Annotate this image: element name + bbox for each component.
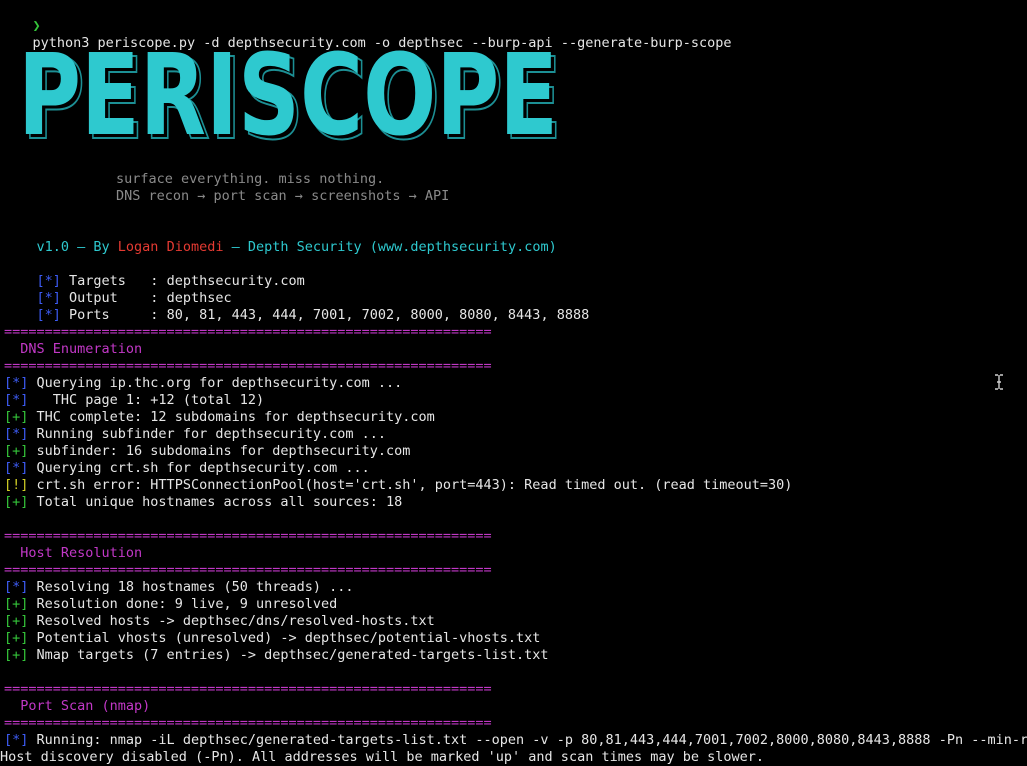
log-line: [+] Resolved hosts -> depthsec/dns/resol… bbox=[4, 613, 435, 630]
log-text: Resolving 18 hostnames (50 threads) ... bbox=[28, 579, 354, 595]
version-line: v1.0 — By Logan Diomedi — Depth Security… bbox=[4, 222, 557, 255]
prompt-arrow-icon: ❯ bbox=[32, 18, 41, 34]
log-line: [*] Running: nmap -iL depthsec/generated… bbox=[4, 732, 1027, 749]
separator: ========================================… bbox=[4, 358, 492, 374]
success-tag: [+] bbox=[4, 409, 29, 425]
author-name: Logan Diomedi bbox=[117, 239, 224, 255]
log-line: [*] Querying ip.thc.org for depthsecurit… bbox=[4, 375, 402, 392]
log-text: subfinder: 16 subdomains for depthsecuri… bbox=[28, 443, 411, 459]
info-tag: [*] bbox=[4, 732, 29, 748]
separator: ========================================… bbox=[4, 715, 492, 731]
warning-tag: [!] bbox=[4, 477, 29, 493]
info-tag: [*] bbox=[4, 375, 29, 391]
log-text: Nmap targets (7 entries) -> depthsec/gen… bbox=[28, 647, 549, 663]
separator: ========================================… bbox=[4, 681, 492, 697]
log-line: [*] THC page 1: +12 (total 12) bbox=[4, 392, 264, 409]
separator: ========================================… bbox=[4, 324, 492, 340]
success-tag: [+] bbox=[4, 494, 29, 510]
log-text: crt.sh error: HTTPSConnectionPool(host='… bbox=[28, 477, 793, 493]
log-line: [+] Potential vhosts (unresolved) -> dep… bbox=[4, 630, 540, 647]
svg-text:PERISCOPE: PERISCOPE bbox=[18, 46, 558, 156]
log-line: [+] THC complete: 12 subdomains for dept… bbox=[4, 409, 435, 426]
separator: ========================================… bbox=[4, 562, 492, 578]
tagline-2: DNS recon → port scan → screenshots → AP… bbox=[116, 188, 450, 204]
success-tag: [+] bbox=[4, 630, 29, 646]
command-line: ❯ python3 periscope.py -d depthsecurity.… bbox=[0, 1, 732, 51]
log-line: [+] Nmap targets (7 entries) -> depthsec… bbox=[4, 647, 549, 664]
log-line: [+] Total unique hostnames across all so… bbox=[4, 494, 402, 511]
log-text: Resolved hosts -> depthsec/dns/resolved-… bbox=[28, 613, 435, 629]
nmap-output-line: Host discovery disabled (-Pn). All addre… bbox=[0, 749, 765, 765]
log-text: THC complete: 12 subdomains for depthsec… bbox=[28, 409, 435, 425]
periscope-ascii-logo: PERISCOPE PERISCOPE bbox=[18, 46, 563, 156]
info-tag: [*] bbox=[4, 460, 29, 476]
info-tag: [*] bbox=[4, 392, 29, 408]
section-title-dns: DNS Enumeration bbox=[4, 341, 143, 357]
config-targets: [*] Targets : depthsecurity.com bbox=[4, 256, 305, 289]
success-tag: [+] bbox=[4, 647, 29, 663]
config-output: [*] Output : depthsec bbox=[4, 273, 232, 306]
config-text: Ports : 80, 81, 443, 444, 7001, 7002, 80… bbox=[60, 307, 590, 323]
log-text: Potential vhosts (unresolved) -> depthse… bbox=[28, 630, 541, 646]
version-suffix: — Depth Security (www.depthsecurity.com) bbox=[223, 239, 557, 255]
log-text: THC page 1: +12 (total 12) bbox=[28, 392, 265, 408]
info-tag: [*] bbox=[4, 426, 29, 442]
log-text: Resolution done: 9 live, 9 unresolved bbox=[28, 596, 338, 612]
success-tag: [+] bbox=[4, 613, 29, 629]
tagline-1: surface everything. miss nothing. bbox=[116, 171, 385, 187]
success-tag: [+] bbox=[4, 596, 29, 612]
log-text: Total unique hostnames across all source… bbox=[28, 494, 403, 510]
separator: ========================================… bbox=[4, 528, 492, 544]
section-title-portscan: Port Scan (nmap) bbox=[4, 698, 151, 714]
log-line: [*] Querying crt.sh for depthsecurity.co… bbox=[4, 460, 370, 477]
config-ports: [*] Ports : 80, 81, 443, 444, 7001, 7002… bbox=[4, 290, 590, 323]
section-title-host: Host Resolution bbox=[4, 545, 143, 561]
log-line: [!] crt.sh error: HTTPSConnectionPool(ho… bbox=[4, 477, 792, 494]
version-prefix: v1.0 — By bbox=[36, 239, 118, 255]
log-text: Running subfinder for depthsecurity.com … bbox=[28, 426, 387, 442]
info-tag: [*] bbox=[4, 579, 29, 595]
log-text: Querying crt.sh for depthsecurity.com ..… bbox=[28, 460, 370, 476]
log-text: Running: nmap -iL depthsec/generated-tar… bbox=[28, 732, 1027, 748]
terminal-window[interactable]: ❯ python3 periscope.py -d depthsecurity.… bbox=[0, 0, 1027, 766]
log-line: [+] subfinder: 16 subdomains for depthse… bbox=[4, 443, 410, 460]
log-text: Querying ip.thc.org for depthsecurity.co… bbox=[28, 375, 403, 391]
info-tag: [*] bbox=[36, 307, 61, 323]
text-cursor-icon bbox=[995, 374, 1003, 390]
success-tag: [+] bbox=[4, 443, 29, 459]
log-line: [+] Resolution done: 9 live, 9 unresolve… bbox=[4, 596, 337, 613]
log-line: [*] Resolving 18 hostnames (50 threads) … bbox=[4, 579, 354, 596]
log-line: [*] Running subfinder for depthsecurity.… bbox=[4, 426, 386, 443]
